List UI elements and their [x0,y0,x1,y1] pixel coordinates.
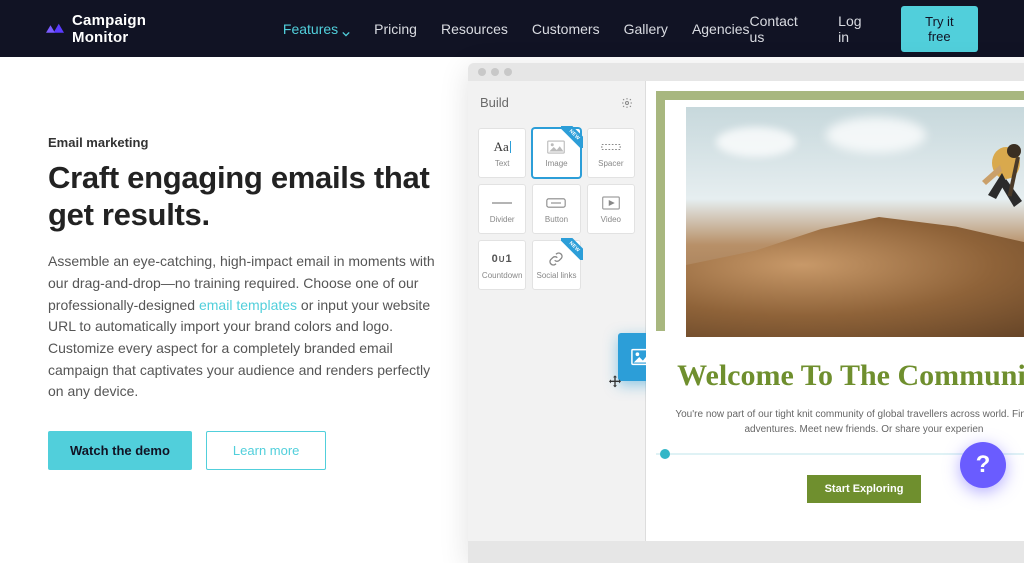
chevron-down-icon [342,25,350,33]
nav-link-pricing[interactable]: Pricing [374,21,417,37]
hero-eyebrow: Email marketing [48,135,444,150]
nav-link-contact[interactable]: Contact us [750,13,811,45]
hero-headline: Craft engaging emails that get results. [48,160,444,233]
block-grid: Aa Text Image Spacer [478,128,635,290]
block-image[interactable]: Image [532,128,580,178]
brand[interactable]: Campaign Monitor [46,12,197,46]
traffic-dot-icon [504,68,512,76]
traffic-dot-icon [491,68,499,76]
block-label: Text [495,159,510,168]
nav-link-customers[interactable]: Customers [532,21,600,37]
block-text[interactable]: Aa Text [478,128,526,178]
top-navbar: Campaign Monitor Features Pricing Resour… [0,0,1024,57]
hero-copy: Email marketing Craft engaging emails th… [48,57,468,470]
builder-window: Build Aa Text Image [468,63,1024,563]
build-panel-header: Build [478,95,635,110]
traffic-dot-icon [478,68,486,76]
text-icon: Aa [494,138,511,156]
spacer-icon [601,138,621,156]
gear-icon[interactable] [621,97,633,109]
hero-body: Assemble an eye-catching, high-impact em… [48,251,444,403]
block-countdown[interactable]: 0U1 Countdown [478,240,526,290]
block-label: Countdown [482,271,522,280]
block-label: Video [601,215,621,224]
hero-section: Email marketing Craft engaging emails th… [0,57,1024,470]
canvas-headline: Welcome To The Community [664,359,1024,393]
nav-link-gallery[interactable]: Gallery [624,21,668,37]
slider-handle[interactable] [660,449,670,459]
nav-link-label: Features [283,21,338,37]
build-panel-title: Build [480,95,509,110]
help-fab-button[interactable]: ? [960,442,1006,488]
canvas-body: You're now part of our tight knit commun… [664,407,1024,437]
block-label: Social links [536,271,576,280]
nav-link-features[interactable]: Features [283,21,350,37]
divider-icon [492,194,512,212]
block-social-links[interactable]: Social links [532,240,580,290]
brand-name: Campaign Monitor [72,12,197,46]
block-label: Button [545,215,568,224]
block-label: Image [545,159,567,168]
build-panel: Build Aa Text Image [468,81,646,541]
block-spacer[interactable]: Spacer [587,128,635,178]
block-button[interactable]: Button [532,184,580,234]
email-templates-link[interactable]: email templates [199,297,297,313]
canvas-hero-image [686,107,1024,337]
climber-icon [966,137,1024,237]
nav-links: Features Pricing Resources Customers Gal… [283,21,750,37]
learn-more-button[interactable]: Learn more [206,431,326,470]
hero-cta-row: Watch the demo Learn more [48,431,444,470]
brand-logo-icon [46,22,64,36]
button-icon [546,194,566,212]
move-cursor-icon [607,374,623,390]
window-traffic-lights [468,63,1024,81]
nav-link-login[interactable]: Log in [838,13,873,45]
block-divider[interactable]: Divider [478,184,526,234]
watch-demo-button[interactable]: Watch the demo [48,431,192,470]
new-ribbon [561,238,583,260]
start-exploring-button[interactable]: Start Exploring [807,475,922,503]
block-label: Divider [490,215,515,224]
try-free-button[interactable]: Try it free [901,6,978,52]
hero-preview: Build Aa Text Image [468,63,1024,470]
block-label: Spacer [598,159,623,168]
nav-link-resources[interactable]: Resources [441,21,508,37]
video-icon [602,194,620,212]
countdown-icon: 0U1 [492,250,513,268]
block-video[interactable]: Video [587,184,635,234]
nav-right: Contact us Log in Try it free [750,6,978,52]
new-ribbon [561,126,583,148]
nav-link-agencies[interactable]: Agencies [692,21,750,37]
